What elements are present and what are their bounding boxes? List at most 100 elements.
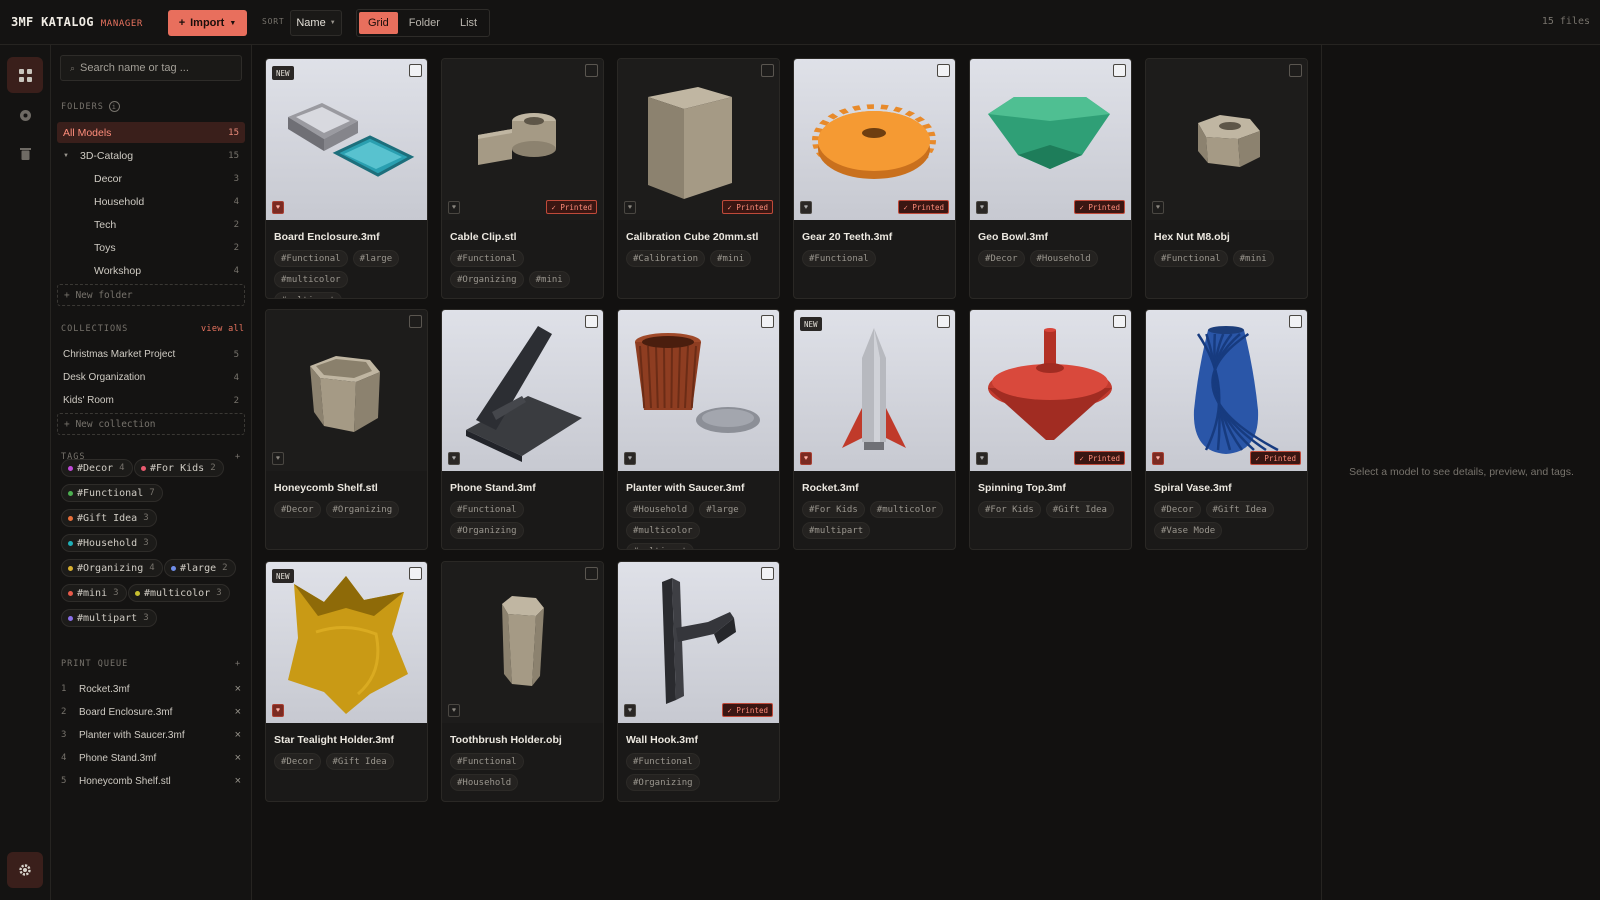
model-tag[interactable]: #Gift Idea <box>325 753 394 770</box>
model-thumbnail[interactable]: ♥ ✓ Printed <box>970 310 1131 471</box>
model-card[interactable]: ♥ ✓ Printed Wall Hook.3mf #Functional #Organ… <box>617 561 780 802</box>
tag-chip[interactable]: #large 2 <box>164 559 236 577</box>
model-tag[interactable]: #multipart <box>274 292 343 298</box>
model-tag[interactable]: #multicolor <box>626 522 700 539</box>
model-tag[interactable]: #Functional <box>274 250 348 267</box>
select-checkbox[interactable] <box>1113 315 1126 328</box>
folder-household[interactable]: Household 4 <box>57 191 245 212</box>
model-thumbnail[interactable]: ♥ ✓ Printed <box>442 59 603 220</box>
model-tag[interactable]: #large <box>699 501 746 518</box>
select-checkbox[interactable] <box>585 567 598 580</box>
model-thumbnail[interactable]: ♥ <box>442 562 603 723</box>
model-card[interactable]: ♥ ✓ Printed Calibration Cube 20mm.stl #Cali… <box>617 58 780 299</box>
favorite-heart-icon[interactable]: ♥ <box>448 704 460 717</box>
tag-chip[interactable]: #mini 3 <box>61 584 127 602</box>
model-tag[interactable]: #For Kids <box>978 501 1041 518</box>
view-all-link[interactable]: view all <box>201 324 244 334</box>
add-queue-button[interactable]: + <box>235 659 241 669</box>
select-checkbox[interactable] <box>1289 64 1302 77</box>
model-card[interactable]: ♥ ✓ Printed Spiral Vase.3mf #Decor #Gift Ide… <box>1145 309 1308 550</box>
model-card[interactable]: ♥ Toothbrush Holder.obj #Functional #Househ… <box>441 561 604 802</box>
favorite-heart-icon[interactable]: ♥ <box>976 452 988 465</box>
favorite-heart-icon[interactable]: ♥ <box>1152 452 1164 465</box>
model-tag[interactable]: #Household <box>626 501 695 518</box>
model-card[interactable]: NEW ♥ Rocket.3mf #For Kids #multicolor #multi… <box>793 309 956 550</box>
tag-chip[interactable]: #multicolor 3 <box>128 584 230 602</box>
select-checkbox[interactable] <box>409 64 422 77</box>
model-tag[interactable]: #mini <box>528 271 570 288</box>
search-input[interactable]: ⌕ Search name or tag ... <box>60 55 242 81</box>
favorite-heart-icon[interactable]: ♥ <box>448 201 460 214</box>
model-tag[interactable]: #Functional <box>1154 250 1228 267</box>
model-card[interactable]: ♥ Hex Nut M8.obj #Functional #mini <box>1145 58 1308 299</box>
model-tag[interactable]: #large <box>352 250 400 267</box>
queue-item[interactable]: 2 Board Enclosure.3mf × <box>61 702 245 722</box>
model-card[interactable]: ♥ ✓ Printed Gear 20 Teeth.3mf #Functional <box>793 58 956 299</box>
favorite-heart-icon[interactable]: ♥ <box>448 452 460 465</box>
model-card[interactable]: ♥ ✓ Printed Cable Clip.stl #Functional #Orga… <box>441 58 604 299</box>
model-tag[interactable]: #Decor <box>274 753 321 770</box>
collection-item[interactable]: Kids' Room 2 <box>57 390 245 411</box>
favorite-heart-icon[interactable]: ♥ <box>624 452 636 465</box>
queue-item[interactable]: 4 Phone Stand.3mf × <box>61 748 245 768</box>
model-tag[interactable]: #Decor <box>978 250 1025 267</box>
model-tag[interactable]: #multicolor <box>274 271 348 288</box>
select-checkbox[interactable] <box>1113 64 1126 77</box>
remove-icon[interactable]: × <box>235 706 241 718</box>
view-list-button[interactable]: List <box>451 12 486 34</box>
model-tag[interactable]: #Gift Idea <box>1205 501 1274 518</box>
tag-chip[interactable]: #multipart 3 <box>61 609 157 627</box>
favorite-heart-icon[interactable]: ♥ <box>800 452 812 465</box>
favorite-heart-icon[interactable]: ♥ <box>976 201 988 214</box>
select-checkbox[interactable] <box>761 567 774 580</box>
remove-icon[interactable]: × <box>235 775 241 787</box>
model-tag[interactable]: #Organizing <box>450 271 524 288</box>
model-tag[interactable]: #Gift Idea <box>1045 501 1114 518</box>
model-tag[interactable]: #Organizing <box>626 774 700 791</box>
model-tag[interactable]: #Functional <box>802 250 876 267</box>
folder-workshop[interactable]: Workshop 4 <box>57 260 245 281</box>
model-card[interactable]: ♥ Honeycomb Shelf.stl #Decor #Organizing <box>265 309 428 550</box>
rail-printer-button[interactable] <box>7 97 43 133</box>
queue-item[interactable]: 1 Rocket.3mf × <box>61 679 245 699</box>
model-tag[interactable]: #Functional <box>450 250 524 267</box>
tag-chip[interactable]: #Decor 4 <box>61 459 133 477</box>
model-tag[interactable]: #mini <box>1232 250 1274 267</box>
model-thumbnail[interactable]: ♥ <box>1146 59 1307 220</box>
model-tag[interactable]: #multipart <box>626 543 695 549</box>
favorite-heart-icon[interactable]: ♥ <box>624 201 636 214</box>
queue-item[interactable]: 5 Honeycomb Shelf.stl × <box>61 771 245 791</box>
model-card[interactable]: ♥ Planter with Saucer.3mf #Household #large… <box>617 309 780 550</box>
select-checkbox[interactable] <box>761 315 774 328</box>
favorite-heart-icon[interactable]: ♥ <box>272 452 284 465</box>
model-card[interactable]: NEW ♥ Board Enclosure.3mf #Functional #large… <box>265 58 428 299</box>
model-tag[interactable]: #Functional <box>450 753 524 770</box>
model-tag[interactable]: #Household <box>450 774 519 791</box>
favorite-heart-icon[interactable]: ♥ <box>272 704 284 717</box>
tag-chip[interactable]: #Gift Idea 3 <box>61 509 157 527</box>
model-thumbnail[interactable]: ♥ ✓ Printed <box>618 562 779 723</box>
folder-decor[interactable]: Decor 3 <box>57 168 245 189</box>
favorite-heart-icon[interactable]: ♥ <box>624 704 636 717</box>
model-thumbnail[interactable]: NEW ♥ <box>794 310 955 471</box>
favorite-heart-icon[interactable]: ♥ <box>1152 201 1164 214</box>
add-tag-button[interactable]: + <box>235 452 241 462</box>
new-folder-button[interactable]: + New folder <box>57 284 245 306</box>
select-checkbox[interactable] <box>937 64 950 77</box>
model-tag[interactable]: #For Kids <box>802 501 865 518</box>
model-tag[interactable]: #Decor <box>1154 501 1201 518</box>
select-checkbox[interactable] <box>1289 315 1302 328</box>
model-tag[interactable]: #mini <box>710 250 752 267</box>
tag-chip[interactable]: #Functional 7 <box>61 484 163 502</box>
model-thumbnail[interactable]: ♥ ✓ Printed <box>618 59 779 220</box>
import-button[interactable]: + Import ▼ <box>168 10 247 36</box>
select-checkbox[interactable] <box>409 567 422 580</box>
remove-icon[interactable]: × <box>235 683 241 695</box>
model-thumbnail[interactable]: ♥ <box>442 310 603 471</box>
folder-toys[interactable]: Toys 2 <box>57 237 245 258</box>
tag-chip[interactable]: #Household 3 <box>61 534 157 552</box>
model-thumbnail[interactable]: NEW ♥ <box>266 59 427 220</box>
remove-icon[interactable]: × <box>235 752 241 764</box>
tag-chip[interactable]: #Organizing 4 <box>61 559 163 577</box>
settings-button[interactable] <box>7 852 43 888</box>
